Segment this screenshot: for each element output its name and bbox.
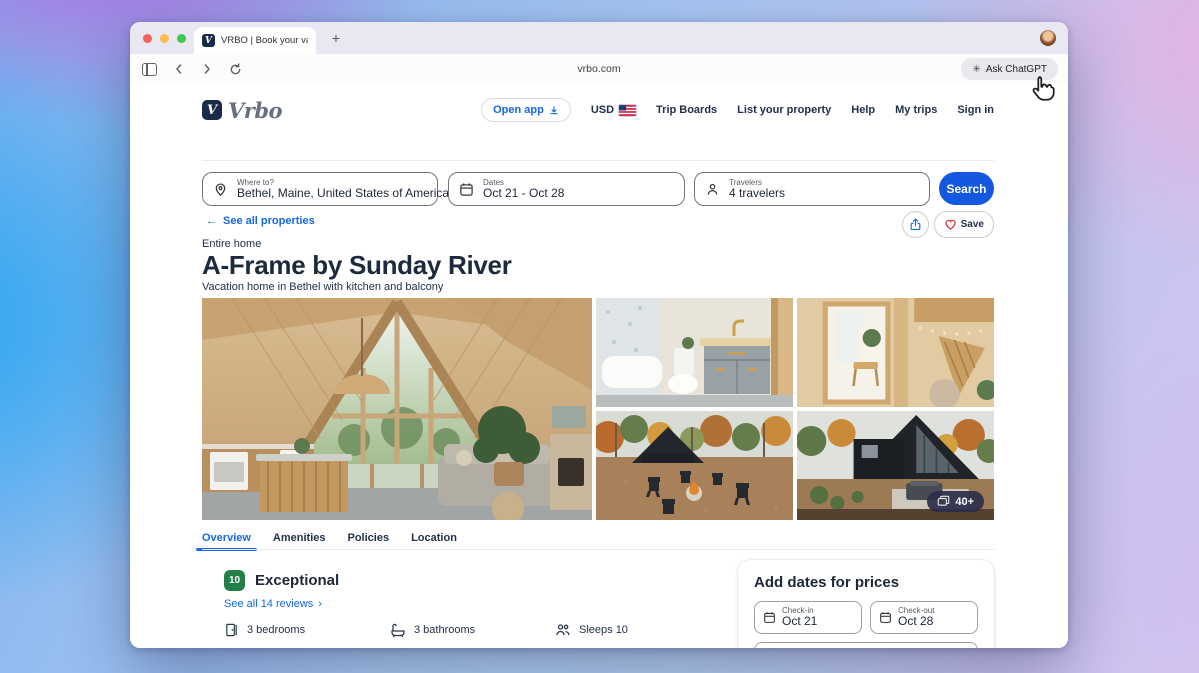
see-all-reviews-link[interactable]: See all 14 reviews › — [224, 598, 322, 610]
site-header: V Vrbo Open app USD Trip Boards Li — [202, 92, 994, 128]
site-nav: Open app USD Trip Boards List your prope… — [481, 98, 994, 122]
reviews-link-label: See all 14 reviews — [224, 598, 313, 610]
calendar-icon — [879, 611, 892, 624]
chatgpt-icon: ✳ — [972, 64, 980, 75]
bedroom-icon — [224, 622, 239, 638]
open-app-label: Open app — [493, 104, 544, 116]
fact-bathrooms: 3 bathrooms — [390, 622, 475, 638]
ask-chatgpt-label: Ask ChatGPT — [986, 64, 1047, 75]
checkout-value: Oct 28 — [898, 615, 934, 629]
fact-bedrooms: 3 bedrooms — [224, 622, 305, 638]
photo-gallery: 40+ — [202, 298, 994, 520]
property-subtitle: Vacation home in Bethel with kitchen and… — [202, 281, 443, 293]
tabs-divider — [202, 549, 994, 550]
where-value: Bethel, Maine, United States of America — [237, 187, 449, 201]
fact-bathrooms-label: 3 bathrooms — [414, 624, 475, 636]
browser-profile-avatar[interactable] — [1040, 30, 1056, 46]
tab-amenities[interactable]: Amenities — [273, 532, 326, 544]
photo-loft[interactable] — [797, 298, 994, 407]
share-button[interactable] — [902, 211, 929, 238]
tab-location[interactable]: Location — [411, 532, 457, 544]
rating-label: Exceptional — [255, 572, 339, 589]
tab-title: VRBO | Book your vaca — [221, 35, 308, 46]
photo-count-label: 40+ — [955, 496, 974, 508]
bathroom-icon — [390, 622, 406, 638]
sleeps-icon — [555, 622, 571, 638]
calendar-icon — [459, 182, 474, 197]
listing-actions: Save — [902, 211, 994, 238]
address-bar[interactable]: vrbo.com — [130, 54, 1068, 84]
back-arrow-icon: ← — [206, 215, 217, 227]
photo-count-badge[interactable]: 40+ — [927, 491, 984, 512]
browser-tab[interactable]: V VRBO | Book your vaca — [194, 27, 316, 54]
open-app-button[interactable]: Open app — [481, 98, 571, 122]
back-icon[interactable] — [173, 63, 185, 75]
property-type: Entire home — [202, 238, 261, 250]
sidebar-toggle-icon[interactable] — [142, 63, 157, 76]
nav-my-trips[interactable]: My trips — [895, 104, 937, 116]
property-title: A-Frame by Sunday River — [202, 250, 512, 281]
currency-label: USD — [591, 104, 614, 116]
nav-sign-in[interactable]: Sign in — [957, 104, 994, 116]
listing-tabs: Overview Amenities Policies Location — [202, 528, 457, 548]
download-icon — [549, 105, 559, 116]
tab-policies[interactable]: Policies — [348, 532, 390, 544]
vrbo-logo-wordmark: Vrbo — [228, 98, 282, 123]
photos-icon — [937, 495, 950, 508]
back-to-properties-link[interactable]: ← See all properties — [206, 215, 315, 227]
save-label: Save — [961, 219, 984, 230]
photo-living-room[interactable] — [202, 298, 592, 520]
search-travelers-field[interactable]: Travelers 4 travelers — [694, 172, 930, 206]
zoom-window-button[interactable] — [177, 34, 186, 43]
chevron-right-icon: › — [318, 598, 322, 610]
browser-tab-bar: V VRBO | Book your vaca + — [130, 22, 1068, 54]
checkin-value: Oct 21 — [782, 615, 817, 629]
forward-icon[interactable] — [201, 63, 213, 75]
booking-travelers-field[interactable]: Travelers — [754, 642, 978, 648]
nav-help[interactable]: Help — [851, 104, 875, 116]
photo-firepit[interactable] — [596, 411, 793, 520]
fact-sleeps-label: Sleeps 10 — [579, 624, 628, 636]
back-link-label: See all properties — [223, 215, 315, 227]
traveler-icon — [705, 182, 720, 197]
checkout-field[interactable]: Check-out Oct 28 — [870, 601, 978, 634]
tab-overview[interactable]: Overview — [202, 532, 251, 544]
close-window-button[interactable] — [143, 34, 152, 43]
vrbo-page: V Vrbo Open app USD Trip Boards Li — [130, 84, 1068, 648]
dates-value: Oct 21 - Oct 28 — [483, 187, 564, 201]
photo-bathroom[interactable] — [596, 298, 793, 407]
search-where-field[interactable]: Where to? Bethel, Maine, United States o… — [202, 172, 438, 206]
ask-chatgpt-button[interactable]: ✳ Ask ChatGPT — [961, 58, 1058, 80]
currency-selector[interactable]: USD — [591, 104, 636, 116]
fact-sleeps: Sleeps 10 — [555, 622, 628, 638]
nav-trip-boards[interactable]: Trip Boards — [656, 104, 717, 116]
rating-row: 10 Exceptional — [224, 570, 339, 591]
browser-window: V VRBO | Book your vaca + vrbo.com ✳ Ask… — [130, 22, 1068, 648]
vrbo-logo-icon: V — [202, 100, 222, 120]
share-icon — [909, 218, 922, 231]
reload-icon[interactable] — [229, 63, 242, 76]
header-divider — [202, 160, 994, 161]
rating-score-badge: 10 — [224, 570, 245, 591]
window-controls — [143, 34, 186, 43]
minimize-window-button[interactable] — [160, 34, 169, 43]
fact-bedrooms-label: 3 bedrooms — [247, 624, 305, 636]
new-tab-button[interactable]: + — [326, 28, 346, 48]
calendar-icon — [763, 611, 776, 624]
heart-icon — [944, 218, 957, 231]
booking-card: Add dates for prices Check-in Oct 21 Che… — [738, 560, 994, 648]
us-flag-icon — [619, 105, 636, 116]
checkin-field[interactable]: Check-in Oct 21 — [754, 601, 862, 634]
nav-list-your-property[interactable]: List your property — [737, 104, 831, 116]
location-pin-icon — [213, 182, 228, 197]
booking-heading: Add dates for prices — [754, 574, 978, 591]
browser-toolbar: vrbo.com — [130, 54, 1068, 85]
vrbo-logo[interactable]: V Vrbo — [202, 98, 282, 123]
search-button[interactable]: Search — [939, 172, 994, 205]
search-dates-field[interactable]: Dates Oct 21 - Oct 28 — [448, 172, 685, 206]
travelers-value: 4 travelers — [729, 187, 785, 201]
vrbo-favicon: V — [202, 34, 215, 47]
save-button[interactable]: Save — [934, 211, 994, 238]
